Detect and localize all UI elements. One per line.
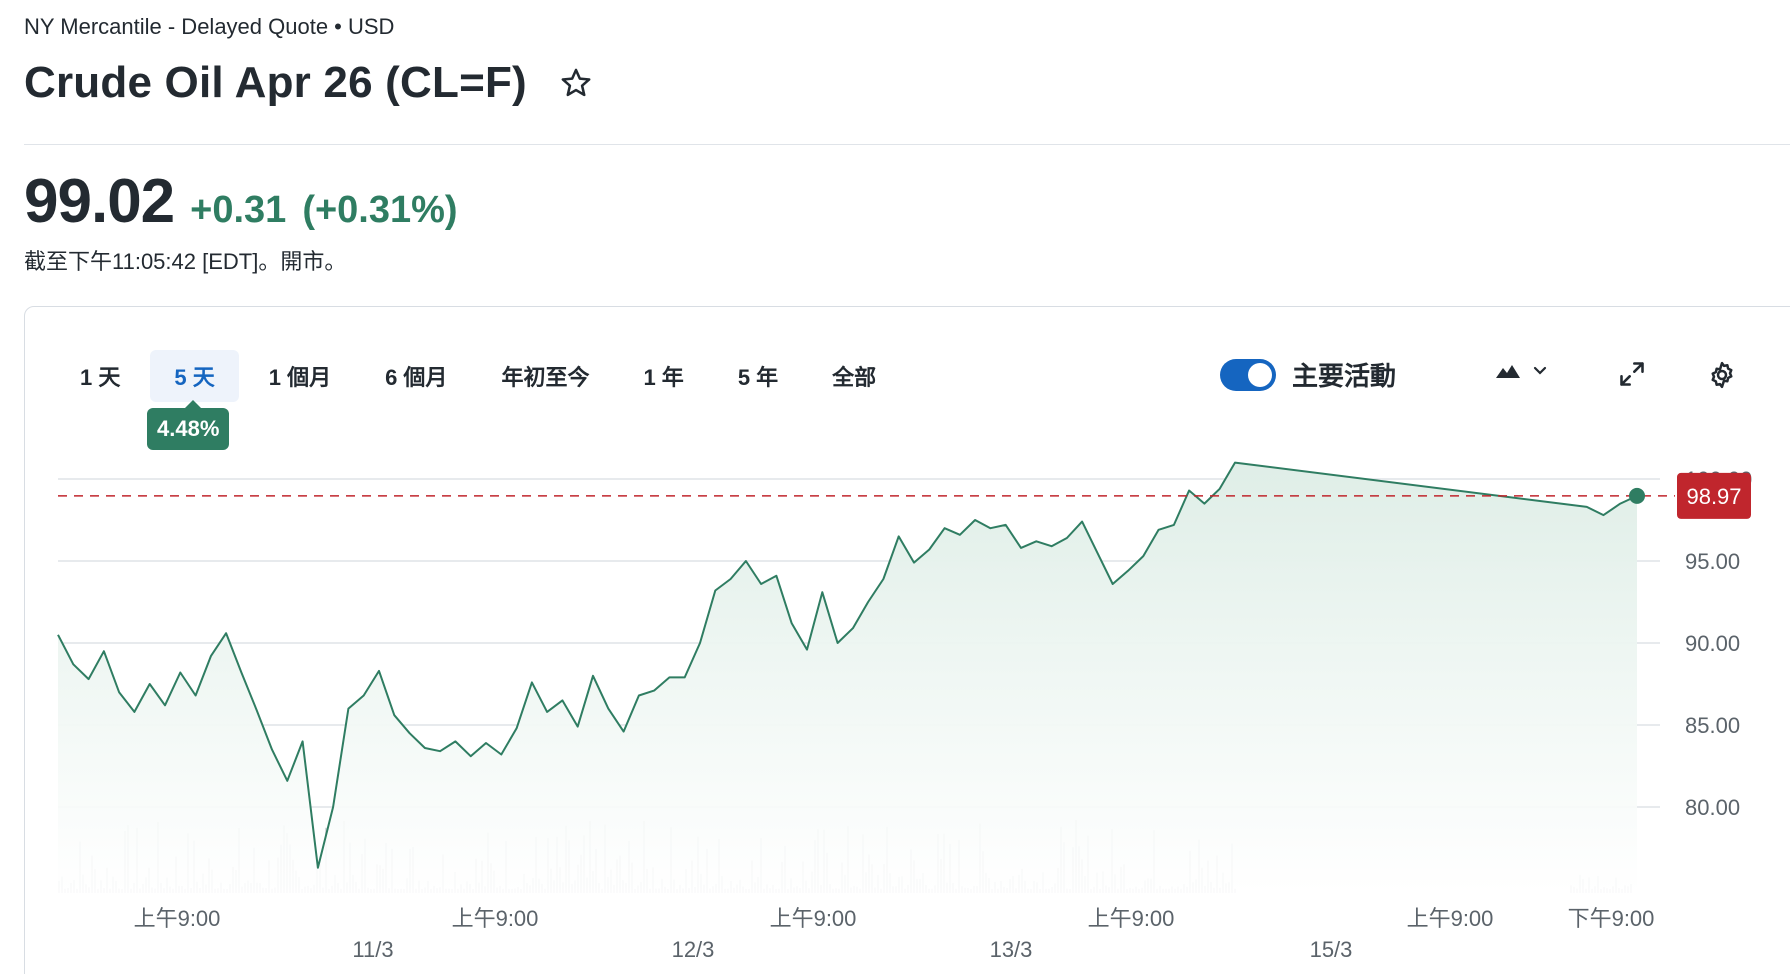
x-date-label: 12/3 <box>672 937 715 962</box>
x-time-label: 上午9:00 <box>1407 906 1494 931</box>
x-time-label: 上午9:00 <box>134 906 221 931</box>
x-time-label: 下午9:00 <box>1568 906 1655 931</box>
x-date-label: 15/3 <box>1310 937 1353 962</box>
x-axis-labels: 上午9:00 上午9:00 上午9:00 上午9:00 上午9:00 下午9:00 11/3… <box>134 906 1655 962</box>
x-date-label: 11/3 <box>352 937 393 962</box>
y-tick-label: 85.00 <box>1685 713 1740 738</box>
x-time-label: 上午9:00 <box>452 906 539 931</box>
x-time-label: 上午9:00 <box>770 906 857 931</box>
y-axis-labels: 100.0095.0090.0085.0080.00 <box>1685 467 1752 820</box>
last-value-dot <box>1629 487 1645 504</box>
price-chart[interactable]: 100.0095.0090.0085.0080.00 上午9:00上午9:00上… <box>0 0 1790 974</box>
quote-page: NY Mercantile - Delayed Quote • USD Crud… <box>0 0 1790 974</box>
last-value-label: 98.97 <box>1686 484 1741 509</box>
price-area <box>58 462 1637 893</box>
y-tick-label: 90.00 <box>1685 631 1740 656</box>
price-area-group <box>57 461 1638 893</box>
y-tick-label: 80.00 <box>1685 795 1740 820</box>
x-time-label: 上午9:00 <box>1088 906 1175 931</box>
x-date-label: 13/3 <box>990 937 1033 962</box>
y-tick-label: 95.00 <box>1685 549 1740 574</box>
